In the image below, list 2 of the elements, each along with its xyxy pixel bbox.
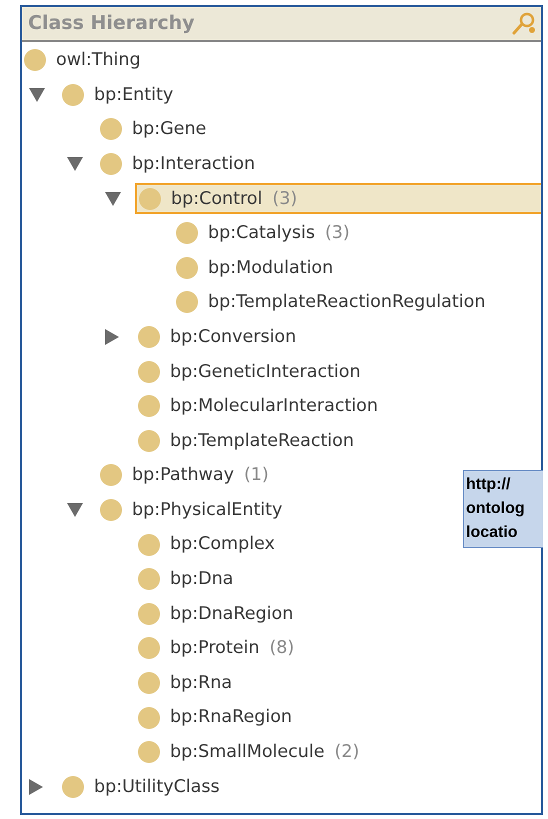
panel-title: Class Hierarchy [28,11,195,36]
tooltip: http:// ontolog locatio [463,470,543,548]
